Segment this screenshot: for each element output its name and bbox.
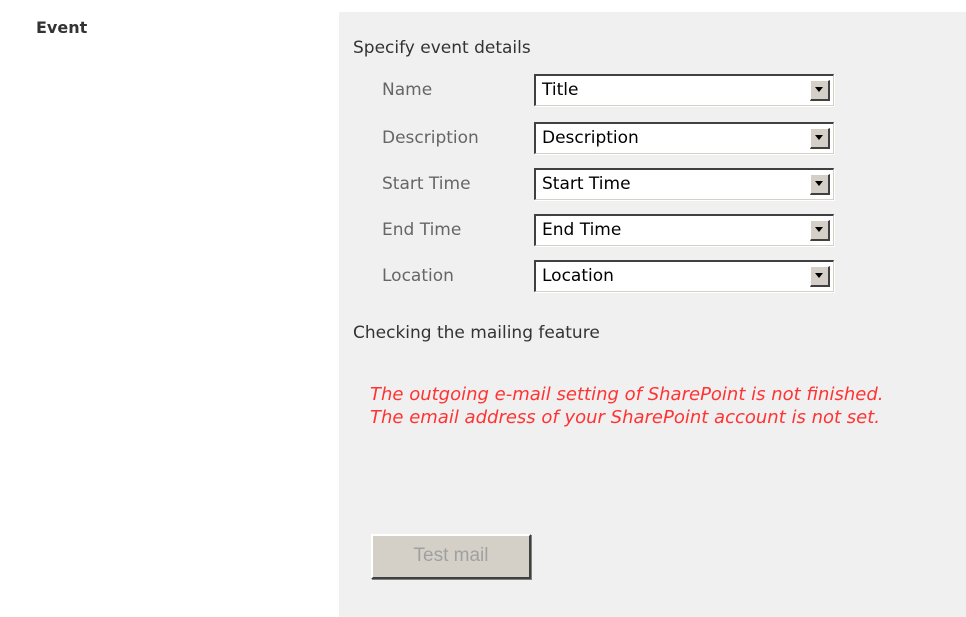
field-row-end-time: End Time End Time <box>339 214 966 246</box>
chevron-down-icon[interactable] <box>810 128 830 149</box>
start-time-select-value: Start Time <box>542 174 631 194</box>
smtp-error-message: The outgoing e-mail setting of SharePoin… <box>370 384 884 405</box>
description-select-value: Description <box>542 128 639 148</box>
chevron-down-icon[interactable] <box>810 174 830 195</box>
start-time-select[interactable]: Start Time <box>534 168 834 200</box>
description-label: Description <box>382 128 479 148</box>
field-row-description: Description Description <box>339 122 966 154</box>
panel-heading: Specify event details <box>353 38 531 58</box>
field-row-location: Location Location <box>339 260 966 292</box>
description-select[interactable]: Description <box>534 122 834 154</box>
name-select[interactable]: Title <box>534 74 834 106</box>
chevron-down-icon[interactable] <box>810 220 830 241</box>
event-settings-panel: Specify event details Name Title Descrip… <box>339 12 966 617</box>
section-title: Event <box>36 18 88 37</box>
location-select-value: Location <box>542 266 614 286</box>
end-time-label: End Time <box>382 220 462 240</box>
start-time-label: Start Time <box>382 174 471 194</box>
end-time-select-value: End Time <box>542 220 622 240</box>
field-row-name: Name Title <box>339 74 966 106</box>
name-select-value: Title <box>542 80 579 100</box>
account-email-error-message: The email address of your SharePoint acc… <box>370 406 881 428</box>
chevron-down-icon[interactable] <box>810 266 830 287</box>
name-label: Name <box>382 80 433 100</box>
location-select[interactable]: Location <box>534 260 834 292</box>
location-label: Location <box>382 266 454 286</box>
field-row-start-time: Start Time Start Time <box>339 168 966 200</box>
test-mail-button[interactable]: Test mail <box>371 534 531 579</box>
chevron-down-icon[interactable] <box>810 80 830 101</box>
mailing-heading: Checking the mailing feature <box>353 323 600 343</box>
end-time-select[interactable]: End Time <box>534 214 834 246</box>
mailing-error-messages: The outgoing e-mail setting of SharePoin… <box>370 384 950 429</box>
